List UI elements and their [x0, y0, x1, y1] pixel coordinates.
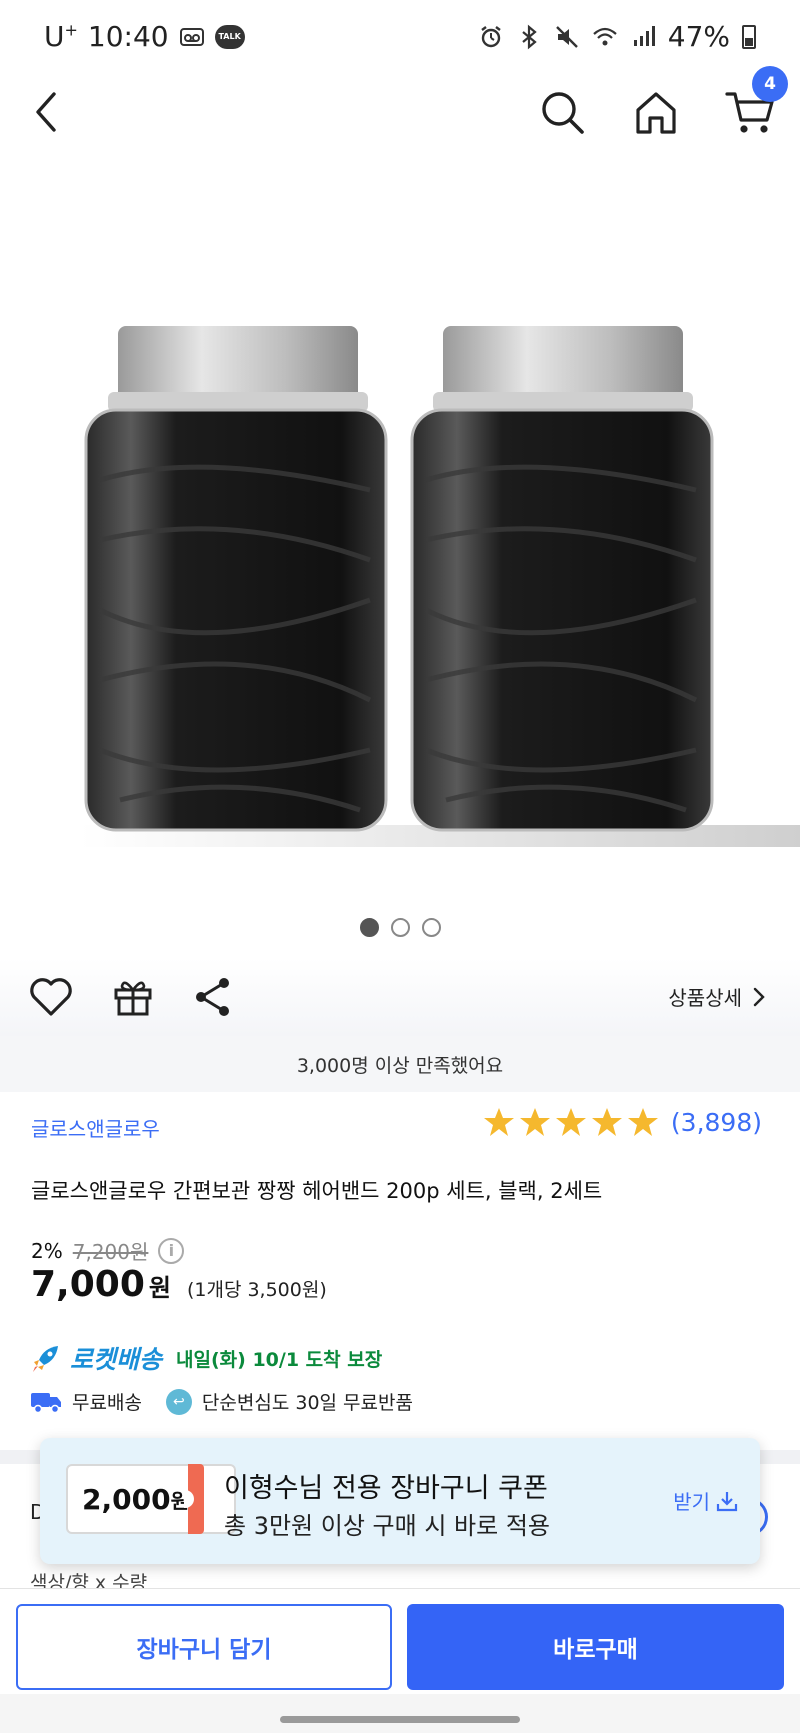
- product-detail-label: 상품상세: [668, 986, 742, 1010]
- star-icon: [591, 1108, 622, 1136]
- brand-link[interactable]: 글로스앤글로우: [31, 1113, 160, 1142]
- search-button[interactable]: [532, 82, 592, 142]
- discount-row: 2% 7,200원 i: [31, 1236, 185, 1265]
- carrier-label: U+: [44, 20, 78, 53]
- home-gesture-handle[interactable]: [280, 1716, 520, 1723]
- coupon-ticket: 2,000 원: [66, 1464, 236, 1534]
- rating-summary[interactable]: (3,898): [483, 1106, 762, 1138]
- share-icon[interactable]: [190, 974, 236, 1020]
- return-icon: ↩: [165, 1388, 192, 1415]
- bottom-action-bar: 장바구니 담기 바로구매: [0, 1588, 800, 1694]
- status-bar: U+ 10:40 TALK 47%: [0, 0, 800, 76]
- product-action-row: 상품상세: [0, 958, 800, 1036]
- coupon-get-button[interactable]: 받기: [673, 1486, 738, 1515]
- mute-icon: [555, 25, 578, 48]
- gesture-nav-area: [0, 1694, 800, 1733]
- star-icon: [627, 1108, 658, 1136]
- product-detail-link[interactable]: 상품상세: [668, 982, 766, 1011]
- battery-percent: 47%: [667, 20, 730, 53]
- product-title: 글로스앤글로우 간편보관 짱짱 헤어밴드 200p 세트, 블랙, 2세트: [31, 1179, 603, 1203]
- voicemail-icon: [179, 27, 204, 46]
- top-navigation: [0, 76, 800, 160]
- heart-icon[interactable]: [28, 974, 74, 1020]
- coupon-title: 이형수님 전용 장바구니 쿠폰: [224, 1473, 548, 1504]
- buy-now-button[interactable]: 바로구매: [407, 1604, 784, 1690]
- signal-icon: [633, 25, 655, 46]
- search-icon: [542, 92, 584, 134]
- bluetooth-icon: [522, 24, 537, 49]
- price-row: 7,000 원 (1개당 3,500원): [31, 1264, 327, 1305]
- wifi-icon: [593, 27, 617, 45]
- status-bar-left: U+ 10:40 TALK: [44, 20, 245, 53]
- star-icon: [555, 1108, 586, 1136]
- coupon-amount: 2,000: [82, 1482, 171, 1516]
- gift-icon[interactable]: [110, 974, 156, 1020]
- cart-count-badge: 4: [752, 66, 788, 102]
- status-bar-right: 47%: [478, 20, 756, 53]
- unit-price: (1개당 3,500원): [186, 1279, 327, 1301]
- battery-icon: [742, 24, 756, 49]
- original-price: 7,200원: [72, 1240, 149, 1264]
- rocket-delivery-label: 로켓배송: [70, 1345, 163, 1374]
- arrival-guarantee: 내일(화) 10/1 도착 보장: [176, 1348, 383, 1371]
- back-button[interactable]: [16, 82, 76, 142]
- gallery-dot[interactable]: [390, 918, 410, 937]
- discount-rate: 2%: [31, 1238, 63, 1263]
- gallery-dot-active[interactable]: [359, 918, 379, 937]
- coupon-get-label: 받기: [673, 1490, 710, 1514]
- price-currency: 원: [148, 1274, 171, 1302]
- satisfaction-banner: 3,000명 이상 만족했어요: [0, 1036, 800, 1092]
- chevron-left-icon: [36, 92, 56, 132]
- product-photo: [80, 326, 800, 847]
- product-image[interactable]: [0, 160, 800, 900]
- sale-price: 7,000: [31, 1264, 145, 1305]
- alarm-icon: [481, 25, 501, 47]
- home-button[interactable]: [626, 82, 686, 142]
- info-icon[interactable]: i: [158, 1237, 185, 1264]
- star-icon: [483, 1108, 514, 1136]
- add-to-cart-button[interactable]: 장바구니 담기: [16, 1604, 392, 1690]
- delivery-benefits-row: 무료배송 ↩ 단순변심도 30일 무료반품: [30, 1388, 413, 1415]
- truck-icon: [31, 1392, 61, 1413]
- star-icon: [519, 1108, 550, 1136]
- cart-coupon-banner[interactable]: 2,000 원 이형수님 전용 장바구니 쿠폰 총 3만원 이상 구매 시 바로…: [40, 1438, 760, 1564]
- download-icon: [716, 1491, 738, 1511]
- clock: 10:40: [87, 20, 169, 53]
- gallery-dot[interactable]: [421, 918, 441, 937]
- free-shipping-label: 무료배송: [72, 1392, 142, 1414]
- kakaotalk-icon: TALK: [214, 24, 245, 49]
- rocket-delivery-row: 로켓배송 내일(화) 10/1 도착 보장: [30, 1340, 382, 1376]
- home-icon: [636, 92, 676, 134]
- coupon-subtitle: 총 3만원 이상 구매 시 바로 적용: [224, 1512, 551, 1540]
- review-count: (3,898): [670, 1107, 762, 1137]
- free-return-label: 단순변심도 30일 무료반품: [201, 1392, 413, 1414]
- rocket-icon: [33, 1346, 58, 1372]
- gallery-pagination: [0, 918, 800, 937]
- chevron-right-icon: [753, 987, 765, 1006]
